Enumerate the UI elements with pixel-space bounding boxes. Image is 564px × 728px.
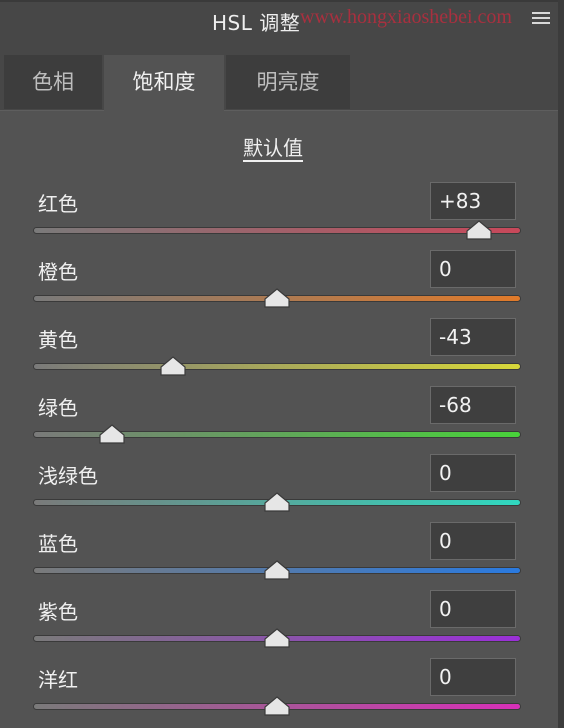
menu-line: [532, 22, 550, 24]
slider-label-magenta: 洋红: [38, 668, 78, 692]
panel-menu-icon[interactable]: [532, 12, 550, 26]
slider-label-purple: 紫色: [38, 600, 78, 624]
panel-title: HSL 调整: [212, 11, 301, 35]
slider-value-red[interactable]: [430, 182, 516, 220]
panel-header: HSL 调整 www.hongxiaoshebei.com: [0, 0, 564, 40]
slider-row-aqua: 浅绿色: [0, 454, 558, 522]
slider-thumb-green[interactable]: [99, 424, 125, 444]
slider-track-red[interactable]: [34, 228, 520, 233]
slider-row-orange: 橙色: [0, 250, 558, 318]
slider-thumb-purple[interactable]: [264, 628, 290, 648]
slider-value-magenta[interactable]: [430, 658, 516, 696]
slider-label-aqua: 浅绿色: [38, 464, 98, 488]
header-divider: [0, 0, 564, 2]
slider-row-red: 红色: [0, 182, 558, 250]
watermark: www.hongxiaoshebei.com: [300, 6, 512, 28]
slider-row-green: 绿色: [0, 386, 558, 454]
slider-value-blue[interactable]: [430, 522, 516, 560]
slider-label-blue: 蓝色: [38, 532, 78, 556]
slider-row-blue: 蓝色: [0, 522, 558, 590]
slider-thumb-orange[interactable]: [264, 288, 290, 308]
slider-thumb-yellow[interactable]: [159, 356, 186, 376]
slider-thumb-magenta[interactable]: [264, 696, 290, 716]
slider-value-green[interactable]: [430, 386, 516, 424]
slider-thumb-aqua[interactable]: [264, 492, 290, 512]
tab-bar: 色相 饱和度 明亮度: [0, 40, 558, 111]
slider-row-purple: 紫色: [0, 590, 558, 658]
slider-track-yellow[interactable]: [34, 364, 520, 369]
slider-value-orange[interactable]: [430, 250, 516, 288]
tab-luminance[interactable]: 明亮度: [226, 55, 350, 109]
menu-line: [532, 12, 550, 14]
slider-label-orange: 橙色: [38, 260, 78, 284]
defaults-link[interactable]: 默认值: [243, 136, 303, 160]
tab-hue[interactable]: 色相: [4, 55, 102, 109]
slider-value-aqua[interactable]: [430, 454, 516, 492]
slider-row-yellow: 黄色: [0, 318, 558, 386]
slider-thumb-blue[interactable]: [264, 560, 290, 580]
panel-edge: [558, 0, 564, 728]
slider-thumb-red[interactable]: [466, 220, 492, 240]
slider-label-yellow: 黄色: [38, 328, 78, 352]
slider-value-yellow[interactable]: [430, 318, 516, 356]
slider-label-red: 红色: [38, 192, 78, 216]
slider-label-green: 绿色: [38, 396, 78, 420]
menu-line: [532, 17, 550, 19]
defaults-container: 默认值: [0, 132, 546, 161]
tab-saturation[interactable]: 饱和度: [104, 55, 224, 111]
slider-value-purple[interactable]: [430, 590, 516, 628]
slider-row-magenta: 洋红: [0, 658, 558, 726]
